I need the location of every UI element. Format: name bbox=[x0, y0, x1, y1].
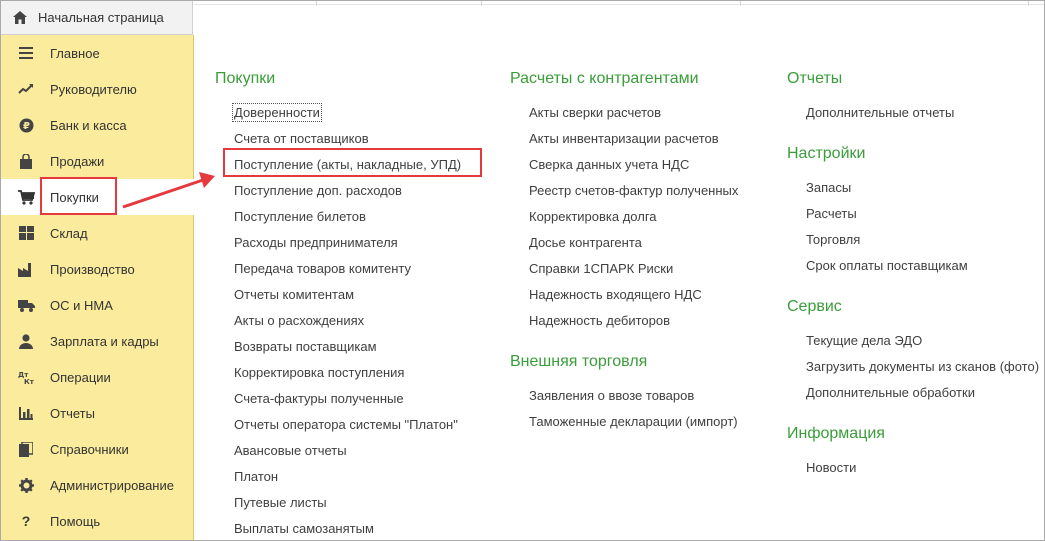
annotation-arrow bbox=[122, 172, 215, 209]
window-frame: Начальная страница Главное Руководителю … bbox=[0, 0, 1045, 541]
